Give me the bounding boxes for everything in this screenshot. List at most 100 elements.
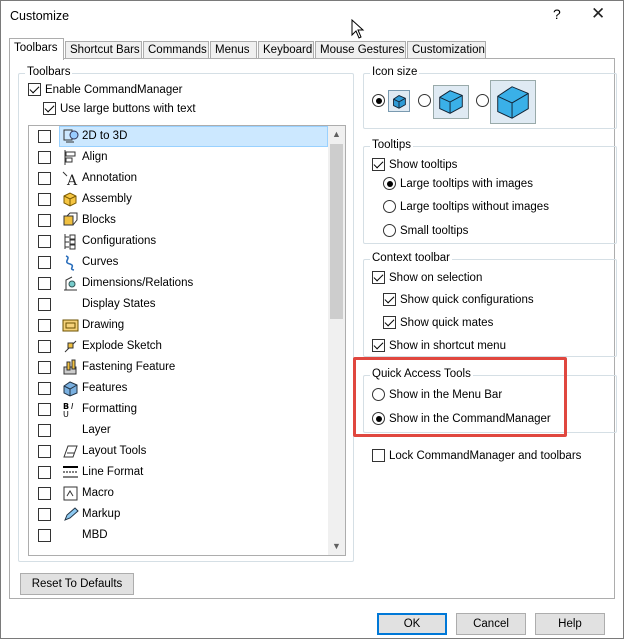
list-item-fastening-feature[interactable]: Fastening Feature <box>29 357 329 378</box>
cancel-button[interactable]: Cancel <box>456 613 526 635</box>
list-item-checkbox[interactable] <box>38 151 51 164</box>
scroll-down-arrow-icon[interactable]: ▼ <box>328 538 345 555</box>
tab-commands[interactable]: Commands <box>143 41 209 59</box>
tab-toolbars[interactable]: Toolbars <box>9 38 64 60</box>
show-quick-mates-checkbox[interactable]: Show quick mates <box>383 316 493 329</box>
list-item-checkbox[interactable] <box>38 529 51 542</box>
small-tooltips-option[interactable]: Small tooltips <box>383 224 468 237</box>
list-item-blocks[interactable]: Blocks <box>29 210 329 231</box>
list-item-checkbox[interactable] <box>38 319 51 332</box>
list-item-layout-tools[interactable]: Layout Tools <box>29 441 329 462</box>
list-item-layer[interactable]: Layer <box>29 420 329 441</box>
list-item-checkbox[interactable] <box>38 340 51 353</box>
list-item-dimensions-relations[interactable]: Dimensions/Relations <box>29 273 329 294</box>
show-on-selection-checkbox[interactable]: Show on selection <box>372 271 482 284</box>
list-item-checkbox[interactable] <box>38 172 51 185</box>
list-item-annotation[interactable]: Annotation A <box>29 168 329 189</box>
list-item-checkbox[interactable] <box>38 277 51 290</box>
icon-size-small-option[interactable] <box>372 94 389 107</box>
scroll-thumb[interactable] <box>330 144 343 319</box>
enable-commandmanager-checkbox[interactable]: Enable CommandManager <box>28 83 182 96</box>
enable-commandmanager-check[interactable] <box>28 83 41 96</box>
list-item-markup[interactable]: Markup <box>29 504 329 525</box>
toolbars-list-scrollbar[interactable]: ▲ ▼ <box>328 126 345 555</box>
list-item-formatting[interactable]: Formatting BIU <box>29 399 329 420</box>
help-icon[interactable]: ? <box>553 6 561 22</box>
tooltips-group-title: Tooltips <box>370 139 413 151</box>
list-item-checkbox[interactable] <box>38 466 51 479</box>
large-tooltips-with-images-radio[interactable] <box>383 177 396 190</box>
list-item-checkbox[interactable] <box>38 214 51 227</box>
list-item-checkbox[interactable] <box>38 256 51 269</box>
tab-menus[interactable]: Menus <box>210 41 257 59</box>
drawing-icon <box>62 319 79 332</box>
list-item-label: Macro <box>82 487 114 499</box>
show-tooltips-check[interactable] <box>372 158 385 171</box>
list-item-checkbox[interactable] <box>38 445 51 458</box>
window-title: Customize <box>10 9 70 23</box>
list-item-label: Layout Tools <box>82 445 147 457</box>
list-item-display-states[interactable]: Display States <box>29 294 329 315</box>
show-quick-mates-check[interactable] <box>383 316 396 329</box>
show-quick-configurations-check[interactable] <box>383 293 396 306</box>
list-item-features[interactable]: Features <box>29 378 329 399</box>
list-item-drawing[interactable]: Drawing <box>29 315 329 336</box>
list-item-explode-sketch[interactable]: Explode Sketch <box>29 336 329 357</box>
toolbars-list[interactable]: 2D to 3D Align Annotation A Assembly Blo… <box>28 125 346 556</box>
show-quick-configurations-checkbox[interactable]: Show quick configurations <box>383 293 534 306</box>
features-icon <box>63 381 78 397</box>
show-in-shortcut-menu-check[interactable] <box>372 339 385 352</box>
show-in-shortcut-menu-checkbox[interactable]: Show in shortcut menu <box>372 339 506 352</box>
tab-customization[interactable]: Customization <box>407 41 486 59</box>
icon-size-medium-radio[interactable] <box>418 94 431 107</box>
close-icon[interactable]: ✕ <box>591 4 605 24</box>
tab-keyboard[interactable]: Keyboard <box>258 41 314 59</box>
tab-shortcut-bars[interactable]: Shortcut Bars <box>65 41 142 59</box>
lock-commandmanager-checkbox[interactable]: Lock CommandManager and toolbars <box>372 449 581 462</box>
large-tooltips-with-images-option[interactable]: Large tooltips with images <box>383 177 533 190</box>
configurations-icon <box>64 234 76 250</box>
list-item-mbd[interactable]: MBD <box>29 525 329 546</box>
list-item-checkbox[interactable] <box>38 403 51 416</box>
icon-size-small-preview-icon <box>388 90 410 112</box>
small-tooltips-radio[interactable] <box>383 224 396 237</box>
large-tooltips-without-images-option[interactable]: Large tooltips without images <box>383 200 549 213</box>
list-item-checkbox[interactable] <box>38 235 51 248</box>
markup-icon <box>64 507 79 521</box>
list-item-checkbox[interactable] <box>38 508 51 521</box>
list-item-2d-to-3d[interactable]: 2D to 3D <box>29 126 329 147</box>
highlight-annotation-box <box>353 357 567 437</box>
icon-size-large-radio[interactable] <box>476 94 489 107</box>
list-item-configurations[interactable]: Configurations <box>29 231 329 252</box>
show-tooltips-checkbox[interactable]: Show tooltips <box>372 158 457 171</box>
list-item-checkbox[interactable] <box>38 487 51 500</box>
scroll-up-arrow-icon[interactable]: ▲ <box>328 126 345 143</box>
list-item-checkbox[interactable] <box>38 361 51 374</box>
list-item-checkbox[interactable] <box>38 298 51 311</box>
list-item-macro[interactable]: Macro <box>29 483 329 504</box>
use-large-buttons-checkbox[interactable]: Use large buttons with text <box>43 102 196 115</box>
show-quick-mates-label: Show quick mates <box>400 316 494 329</box>
layout-tools-icon <box>63 445 78 458</box>
large-tooltips-without-images-radio[interactable] <box>383 200 396 213</box>
icon-size-small-radio[interactable] <box>372 94 385 107</box>
list-item-label: Assembly <box>82 193 132 205</box>
list-item-label: Blocks <box>82 214 116 226</box>
list-item-checkbox[interactable] <box>38 382 51 395</box>
list-item-checkbox[interactable] <box>38 193 51 206</box>
large-tooltips-without-images-label: Large tooltips without images <box>400 200 549 213</box>
list-item-curves[interactable]: Curves <box>29 252 329 273</box>
use-large-buttons-check[interactable] <box>43 102 56 115</box>
list-item-align[interactable]: Align <box>29 147 329 168</box>
help-button[interactable]: Help <box>535 613 605 635</box>
list-item-checkbox[interactable] <box>38 424 51 437</box>
list-item-line-format[interactable]: Line Format <box>29 462 329 483</box>
small-tooltips-label: Small tooltips <box>400 224 469 237</box>
show-on-selection-check[interactable] <box>372 271 385 284</box>
lock-commandmanager-check[interactable] <box>372 449 385 462</box>
list-item-checkbox[interactable] <box>38 130 51 143</box>
tab-mouse-gestures[interactable]: Mouse Gestures <box>315 41 406 59</box>
list-item-assembly[interactable]: Assembly <box>29 189 329 210</box>
ok-button[interactable]: OK <box>377 613 447 635</box>
reset-to-defaults-button[interactable]: Reset To Defaults <box>20 573 134 595</box>
